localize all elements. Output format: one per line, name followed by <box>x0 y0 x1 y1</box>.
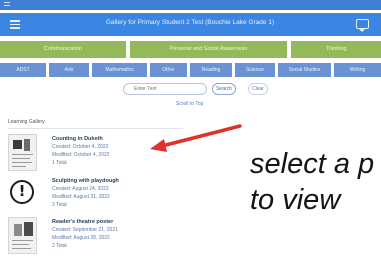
tab-personal-social-awareness[interactable]: Personal and Social Awareness <box>130 41 287 58</box>
pointer-arrow-icon <box>150 124 242 152</box>
subject-tabs: ADST Arts Mathematics Other Reading Scie… <box>0 63 381 77</box>
item-thumbnail[interactable] <box>8 134 37 171</box>
item-title[interactable]: Reader's theatre poster <box>52 219 113 225</box>
item-title[interactable]: Counting in Duketh <box>52 136 103 142</box>
item-modified: Modified: October 4, 2022 <box>52 152 110 158</box>
page-title: Gallery for Primary Student 2 Test (Bouc… <box>105 19 275 26</box>
item-created: Created: August 24, 2022 <box>52 186 109 192</box>
tab-mathematics[interactable]: Mathematics <box>92 63 147 77</box>
item-title[interactable]: Sculpting with playdough <box>52 178 119 184</box>
tab-thinking[interactable]: Thinking <box>291 41 381 58</box>
tab-writing[interactable]: Writing <box>334 63 381 77</box>
tab-other[interactable]: Other <box>150 63 187 77</box>
gallery-item[interactable]: Reader's theatre poster Created: Septemb… <box>8 217 168 255</box>
app-header: Gallery for Primary Student 2 Test (Bouc… <box>0 13 381 36</box>
search-row: Search Clear <box>0 82 381 96</box>
item-modified: Modified: August 31, 2022 <box>52 194 110 200</box>
clear-button[interactable]: Clear <box>248 83 268 95</box>
tab-communication[interactable]: Communication <box>0 41 126 58</box>
chat-icon[interactable] <box>356 19 369 32</box>
item-thumbnail[interactable] <box>8 217 37 254</box>
scroll-to-top-link[interactable]: Scroll to Top <box>176 101 203 107</box>
item-count: 3 Total <box>52 202 67 208</box>
tab-social-studies[interactable]: Social Studies <box>278 63 331 77</box>
search-button[interactable]: Search <box>212 83 236 95</box>
alert-icon: ! <box>10 180 34 204</box>
item-created: Created: October 4, 2022 <box>52 144 109 150</box>
tab-arts[interactable]: Arts <box>49 63 89 77</box>
item-created: Created: September 21, 2021 <box>52 227 118 233</box>
item-count: 2 Total <box>52 243 67 249</box>
item-modified: Modified: August 28, 2022 <box>52 235 110 241</box>
item-count: 1 Total <box>52 160 67 166</box>
gallery-item[interactable]: ! Sculpting with playdough Created: Augu… <box>8 176 168 214</box>
gallery-item[interactable]: Counting in Duketh Created: October 4, 2… <box>8 134 168 172</box>
status-strip <box>0 0 381 10</box>
annotation-line-1: select a p <box>250 148 375 180</box>
tab-science[interactable]: Science <box>235 63 275 77</box>
search-input[interactable] <box>123 83 207 95</box>
gallery-heading: Learning Gallery <box>8 119 45 125</box>
tab-reading[interactable]: Reading <box>190 63 232 77</box>
hamburger-menu-icon[interactable] <box>10 20 20 29</box>
annotation-line-2: to view <box>250 184 341 216</box>
category-tabs: Communication Personal and Social Awaren… <box>0 41 381 58</box>
menu-small-icon <box>4 2 10 6</box>
tab-adst[interactable]: ADST <box>0 63 46 77</box>
